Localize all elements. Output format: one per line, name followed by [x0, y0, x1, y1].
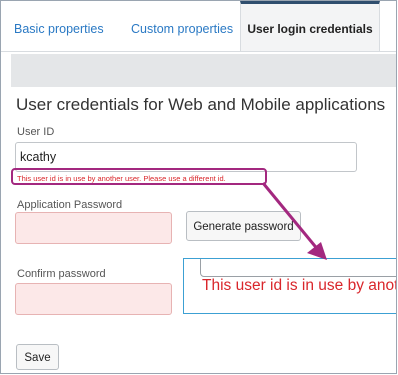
- save-button[interactable]: Save: [16, 344, 59, 370]
- toolbar-strip: [11, 54, 396, 87]
- tab-label: User login credentials: [247, 22, 373, 36]
- user-id-label: User ID: [17, 126, 55, 138]
- tab-bar: Basic properties Custom properties User …: [1, 1, 396, 52]
- section-heading: User credentials for Web and Mobile appl…: [16, 95, 386, 114]
- callout-field-outline: [200, 259, 396, 277]
- application-password-input[interactable]: [15, 212, 172, 244]
- confirm-password-input[interactable]: [15, 283, 172, 315]
- callout-error-text: This user id is in use by another user. …: [202, 277, 396, 294]
- application-password-label: Application Password: [17, 199, 123, 211]
- credentials-panel: Basic properties Custom properties User …: [0, 0, 397, 374]
- error-highlight-box: [11, 168, 267, 185]
- tab-basic-properties[interactable]: Basic properties: [14, 1, 104, 51]
- confirm-password-label: Confirm password: [17, 268, 106, 280]
- zoom-callout: This user id is in use by another user. …: [183, 258, 396, 314]
- tab-custom-properties[interactable]: Custom properties: [131, 1, 233, 51]
- tab-user-login-credentials[interactable]: User login credentials: [240, 1, 380, 51]
- generate-password-button[interactable]: Generate password: [186, 211, 301, 241]
